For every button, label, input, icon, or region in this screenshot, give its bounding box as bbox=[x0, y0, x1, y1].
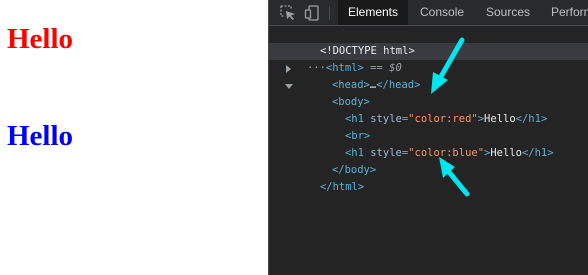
arrow-to-blue-value bbox=[439, 157, 470, 197]
heading-red: Hello bbox=[7, 23, 74, 55]
rendered-page: Hello Hello bbox=[0, 0, 268, 275]
annotation-arrows bbox=[431, 37, 470, 197]
heading-blue: Hello bbox=[7, 120, 74, 152]
devtools-panel: Elements Console Sources Perform <!DOCTY… bbox=[268, 0, 588, 275]
arrow-to-red-value bbox=[431, 37, 465, 94]
